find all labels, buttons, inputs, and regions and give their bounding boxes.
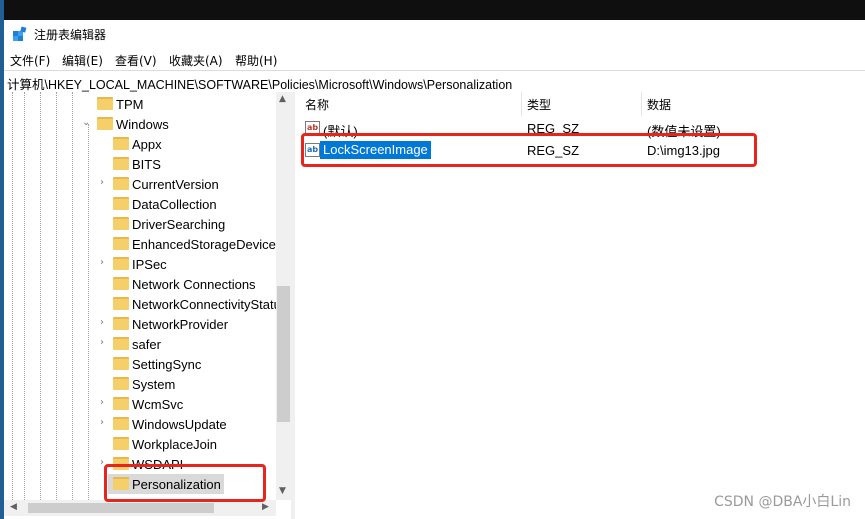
folder-icon <box>113 237 129 250</box>
chevron-right-icon[interactable]: › <box>100 318 110 328</box>
tree-item-label: DriverSearching <box>132 217 226 232</box>
column-separator[interactable] <box>521 92 522 116</box>
tree-item-label: Windows <box>116 117 169 132</box>
tree-item-driversearching[interactable]: DriverSearching <box>4 214 276 234</box>
registry-editor-icon <box>13 26 27 41</box>
chevron-right-icon[interactable]: › <box>100 398 110 408</box>
folder-icon <box>113 297 129 310</box>
annotation-highlight-box <box>301 133 757 167</box>
tree-item-label: EnhancedStorageDevices <box>132 237 276 252</box>
folder-icon <box>113 437 129 450</box>
menu-file[interactable]: 文件(F) <box>10 52 50 69</box>
tree-item-label: IPSec <box>132 257 167 272</box>
folder-icon <box>113 397 129 410</box>
scroll-down-icon[interactable]: ▼ <box>279 486 286 496</box>
tree-item-label: DataCollection <box>132 197 217 212</box>
tree-item-networkconnectivitystatusindicator[interactable]: NetworkConnectivityStatusIndicator <box>4 294 276 314</box>
tree-item-windowsupdate[interactable]: › WindowsUpdate <box>4 414 276 434</box>
tree-horizontal-scrollbar[interactable]: ◀ ▶ <box>4 500 276 516</box>
desktop-background <box>0 0 865 20</box>
chevron-right-icon[interactable]: › <box>100 338 110 348</box>
tree-item-wcmsvc[interactable]: › WcmSvc <box>4 394 276 414</box>
folder-icon <box>113 417 129 430</box>
menu-bar: 文件(F) 编辑(E) 查看(V) 收藏夹(A) 帮助(H) <box>4 48 865 70</box>
tree-item-label: WindowsUpdate <box>132 417 227 432</box>
tree-item-network-connections[interactable]: Network Connections <box>4 274 276 294</box>
chevron-right-icon[interactable]: › <box>100 258 110 268</box>
tree-item-tpm[interactable]: TPM <box>4 94 276 114</box>
title-bar[interactable]: 注册表编辑器 <box>4 20 865 48</box>
tree-item-label: System <box>132 377 176 392</box>
scroll-right-icon[interactable]: ▶ <box>262 502 269 512</box>
tree-item-label: BITS <box>132 157 161 172</box>
chevron-down-icon[interactable]: ⌄ <box>82 118 92 128</box>
tree-item-bits[interactable]: BITS <box>4 154 276 174</box>
tree-item-label: TPM <box>116 97 144 112</box>
folder-icon <box>113 217 129 230</box>
column-header-data[interactable]: 数据 <box>647 96 671 113</box>
folder-icon <box>113 197 129 210</box>
tree-item-label: NetworkProvider <box>132 317 229 332</box>
chevron-right-icon[interactable]: › <box>100 418 110 428</box>
scroll-left-icon[interactable]: ◀ <box>10 502 17 512</box>
folder-icon <box>97 117 113 130</box>
tree-item-safer[interactable]: › safer <box>4 334 276 354</box>
menu-edit[interactable]: 编辑(E) <box>62 52 103 69</box>
folder-icon <box>113 137 129 150</box>
tree-item-settingsync[interactable]: SettingSync <box>4 354 276 374</box>
key-tree[interactable]: TPM ⌄ Windows Appx BITS › CurrentVersion… <box>4 92 276 500</box>
tree-item-system[interactable]: System <box>4 374 276 394</box>
tree-item-networkprovider[interactable]: › NetworkProvider <box>4 314 276 334</box>
column-header-name[interactable]: 名称 <box>305 96 329 113</box>
folder-icon <box>113 377 129 390</box>
folder-icon <box>113 277 129 290</box>
column-header-type[interactable]: 类型 <box>527 96 551 113</box>
folder-icon <box>113 257 129 270</box>
folder-icon <box>113 157 129 170</box>
folder-icon <box>113 357 129 370</box>
scroll-thumb[interactable] <box>28 503 214 513</box>
folder-icon <box>113 177 129 190</box>
tree-item-ipsec[interactable]: › IPSec <box>4 254 276 274</box>
tree-item-label: Network Connections <box>132 277 256 292</box>
tree-item-datacollection[interactable]: DataCollection <box>4 194 276 214</box>
scroll-thumb[interactable] <box>277 286 290 422</box>
tree-item-label: Appx <box>132 137 162 152</box>
tree-item-workplacejoin[interactable]: WorkplaceJoin <box>4 434 276 454</box>
tree-item-appx[interactable]: Appx <box>4 134 276 154</box>
address-path: 计算机\HKEY_LOCAL_MACHINE\SOFTWARE\Policies… <box>7 78 513 92</box>
watermark: CSDN @DBA小白Lin <box>714 494 851 510</box>
tree-vertical-scrollbar[interactable]: ▲ ▼ <box>276 92 291 500</box>
menu-favorites[interactable]: 收藏夹(A) <box>169 52 223 69</box>
chevron-right-icon[interactable]: › <box>100 178 110 188</box>
address-bar[interactable]: 计算机\HKEY_LOCAL_MACHINE\SOFTWARE\Policies… <box>4 70 865 93</box>
tree-item-label: SettingSync <box>132 357 202 372</box>
scroll-up-icon[interactable]: ▲ <box>279 94 286 104</box>
tree-item-currentversion[interactable]: › CurrentVersion <box>4 174 276 194</box>
menu-help[interactable]: 帮助(H) <box>235 52 277 69</box>
tree-item-label: CurrentVersion <box>132 177 219 192</box>
tree-item-label: NetworkConnectivityStatusIndicator <box>132 297 276 312</box>
tree-item-label: WcmSvc <box>132 397 184 412</box>
tree-item-label: safer <box>132 337 161 352</box>
tree-item-enhancedstoragedevices[interactable]: EnhancedStorageDevices <box>4 234 276 254</box>
column-separator[interactable] <box>641 92 642 116</box>
folder-icon <box>113 337 129 350</box>
annotation-highlight-box <box>104 464 266 502</box>
window-title: 注册表编辑器 <box>34 28 107 42</box>
tree-item-windows[interactable]: ⌄ Windows <box>4 114 276 134</box>
folder-icon <box>113 317 129 330</box>
tree-item-label: WorkplaceJoin <box>132 437 218 452</box>
folder-icon <box>97 97 113 110</box>
menu-view[interactable]: 查看(V) <box>115 52 157 69</box>
